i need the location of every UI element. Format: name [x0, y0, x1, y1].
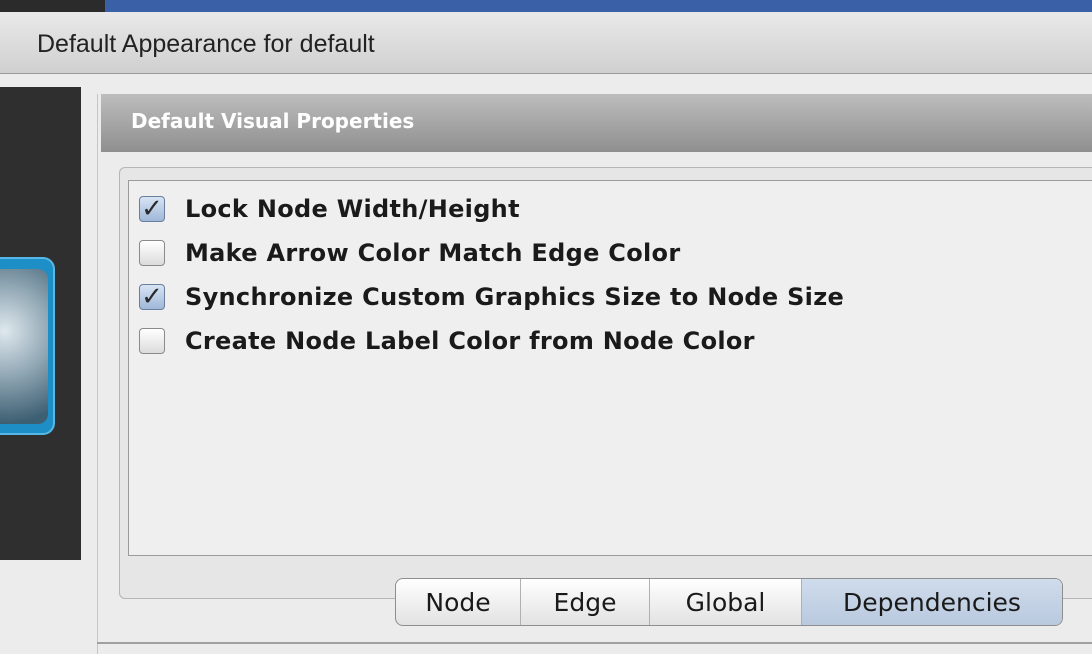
option-lock-node-size[interactable]: ✓ Lock Node Width/Height	[139, 189, 520, 229]
window-titlebar: Default Appearance for default	[0, 12, 1092, 74]
option-label: Lock Node Width/Height	[185, 195, 520, 223]
checkbox-node-label-color[interactable]	[139, 328, 165, 354]
option-arrow-color-match[interactable]: Make Arrow Color Match Edge Color	[139, 233, 680, 273]
tab-label: Edge	[553, 587, 617, 617]
panel-bottom-border	[97, 642, 1092, 644]
options-list: ✓ Lock Node Width/Height Make Arrow Colo…	[128, 180, 1092, 556]
tab-dependencies[interactable]: Dependencies	[802, 579, 1062, 625]
panel-header-label: Default Visual Properties	[131, 109, 415, 133]
tab-label: Node	[425, 587, 491, 617]
window-title: Default Appearance for default	[37, 30, 375, 58]
option-sync-custom-graphics[interactable]: ✓ Synchronize Custom Graphics Size to No…	[139, 277, 844, 317]
dependencies-tab-pane: ✓ Lock Node Width/Height Make Arrow Colo…	[119, 167, 1092, 599]
checkbox-sync-custom-graphics[interactable]: ✓	[139, 284, 165, 310]
option-node-label-color[interactable]: Create Node Label Color from Node Color	[139, 321, 755, 361]
globe-icon	[0, 269, 48, 424]
tab-global[interactable]: Global	[650, 579, 802, 625]
checkbox-lock-node-size[interactable]: ✓	[139, 196, 165, 222]
tab-label: Dependencies	[843, 587, 1021, 617]
window-body: Default Visual Properties ✓ Lock Node Wi…	[0, 74, 1092, 654]
checkmark-icon: ✓	[141, 194, 163, 224]
left-sidebar	[0, 87, 81, 560]
checkbox-arrow-color-match[interactable]	[139, 240, 165, 266]
visual-properties-panel: Default Visual Properties ✓ Lock Node Wi…	[97, 94, 1092, 654]
tab-edge[interactable]: Edge	[521, 579, 650, 625]
option-label: Make Arrow Color Match Edge Color	[185, 239, 681, 267]
option-label: Create Node Label Color from Node Color	[185, 327, 755, 355]
checkmark-icon: ✓	[141, 282, 163, 312]
panel-header: Default Visual Properties	[101, 94, 1092, 152]
tab-bar: Node Edge Global Dependencies	[395, 578, 1063, 626]
top-strip	[0, 0, 1092, 12]
tab-label: Global	[685, 587, 766, 617]
top-strip-dark	[0, 0, 105, 12]
tab-node[interactable]: Node	[396, 579, 521, 625]
app-logo-icon	[0, 257, 55, 435]
option-label: Synchronize Custom Graphics Size to Node…	[185, 283, 845, 311]
